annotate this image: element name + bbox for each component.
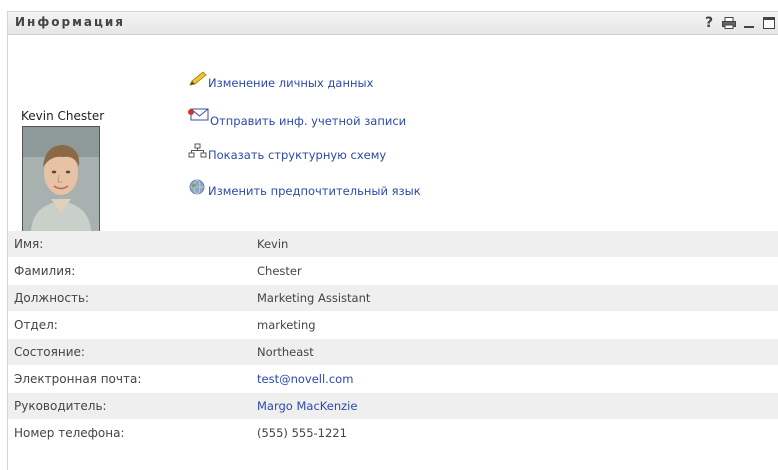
mail-icon [188,108,210,128]
manager-link[interactable]: Margo MacKenzie [257,399,357,413]
send-account-info-link[interactable]: Отправить инф. учетной записи [188,108,406,128]
detail-row-department: Отдел: marketing [8,312,778,339]
detail-value: marketing [257,318,316,332]
detail-label: Имя: [14,237,44,251]
email-link[interactable]: test@novell.com [257,372,353,386]
detail-value: Chester [257,264,302,278]
detail-label: Номер телефона: [14,426,125,440]
minimize-icon[interactable] [739,14,759,32]
detail-value: Marketing Assistant [257,291,371,305]
person-name: Kevin Chester [21,109,105,123]
show-org-chart-link[interactable]: Показать структурную схему [188,143,386,162]
detail-row-manager: Руководитель: Margo MacKenzie [8,393,778,420]
portlet-toolbar: ? [699,14,778,32]
profile-summary: Kevin Chester Изменение личных данных От… [8,35,778,232]
change-language-label: Изменить предпочтительный язык [208,184,421,198]
detail-value: Northeast [257,345,314,359]
detail-label: Отдел: [14,318,58,332]
pencil-icon [188,71,208,90]
detail-row-first-name: Имя: Kevin [8,231,778,258]
maximize-icon[interactable] [759,14,778,32]
edit-personal-data-label: Изменение личных данных [208,76,374,90]
help-icon[interactable]: ? [699,14,719,32]
profile-photo [22,126,100,232]
change-language-link[interactable]: Изменить предпочтительный язык [188,179,421,198]
detail-row-title: Должность: Marketing Assistant [8,285,778,312]
org-chart-icon [188,143,208,162]
send-account-info-label: Отправить инф. учетной записи [210,114,407,128]
detail-row-region: Состояние: Northeast [8,339,778,366]
print-icon[interactable] [719,14,739,32]
information-portlet: Информация ? Kevin Chester Изменение лич… [7,11,778,470]
portlet-header: Информация ? [8,12,778,35]
globe-icon [188,179,208,198]
details-table: Имя: Kevin Фамилия: Chester Должность: M… [8,231,778,447]
detail-value: Kevin [257,237,289,251]
detail-row-phone: Номер телефона: (555) 555-1221 [8,420,778,447]
detail-label: Должность: [14,291,90,305]
help-glyph: ? [704,15,714,31]
portlet-title: Информация [15,15,125,29]
detail-row-email: Электронная почта: test@novell.com [8,366,778,393]
edit-personal-data-link[interactable]: Изменение личных данных [188,71,373,90]
show-org-chart-label: Показать структурную схему [208,148,387,162]
detail-label: Электронная почта: [14,372,142,386]
detail-label: Руководитель: [14,399,107,413]
detail-value: (555) 555-1221 [257,426,347,440]
detail-row-last-name: Фамилия: Chester [8,258,778,285]
detail-label: Фамилия: [14,264,76,278]
detail-label: Состояние: [14,345,85,359]
